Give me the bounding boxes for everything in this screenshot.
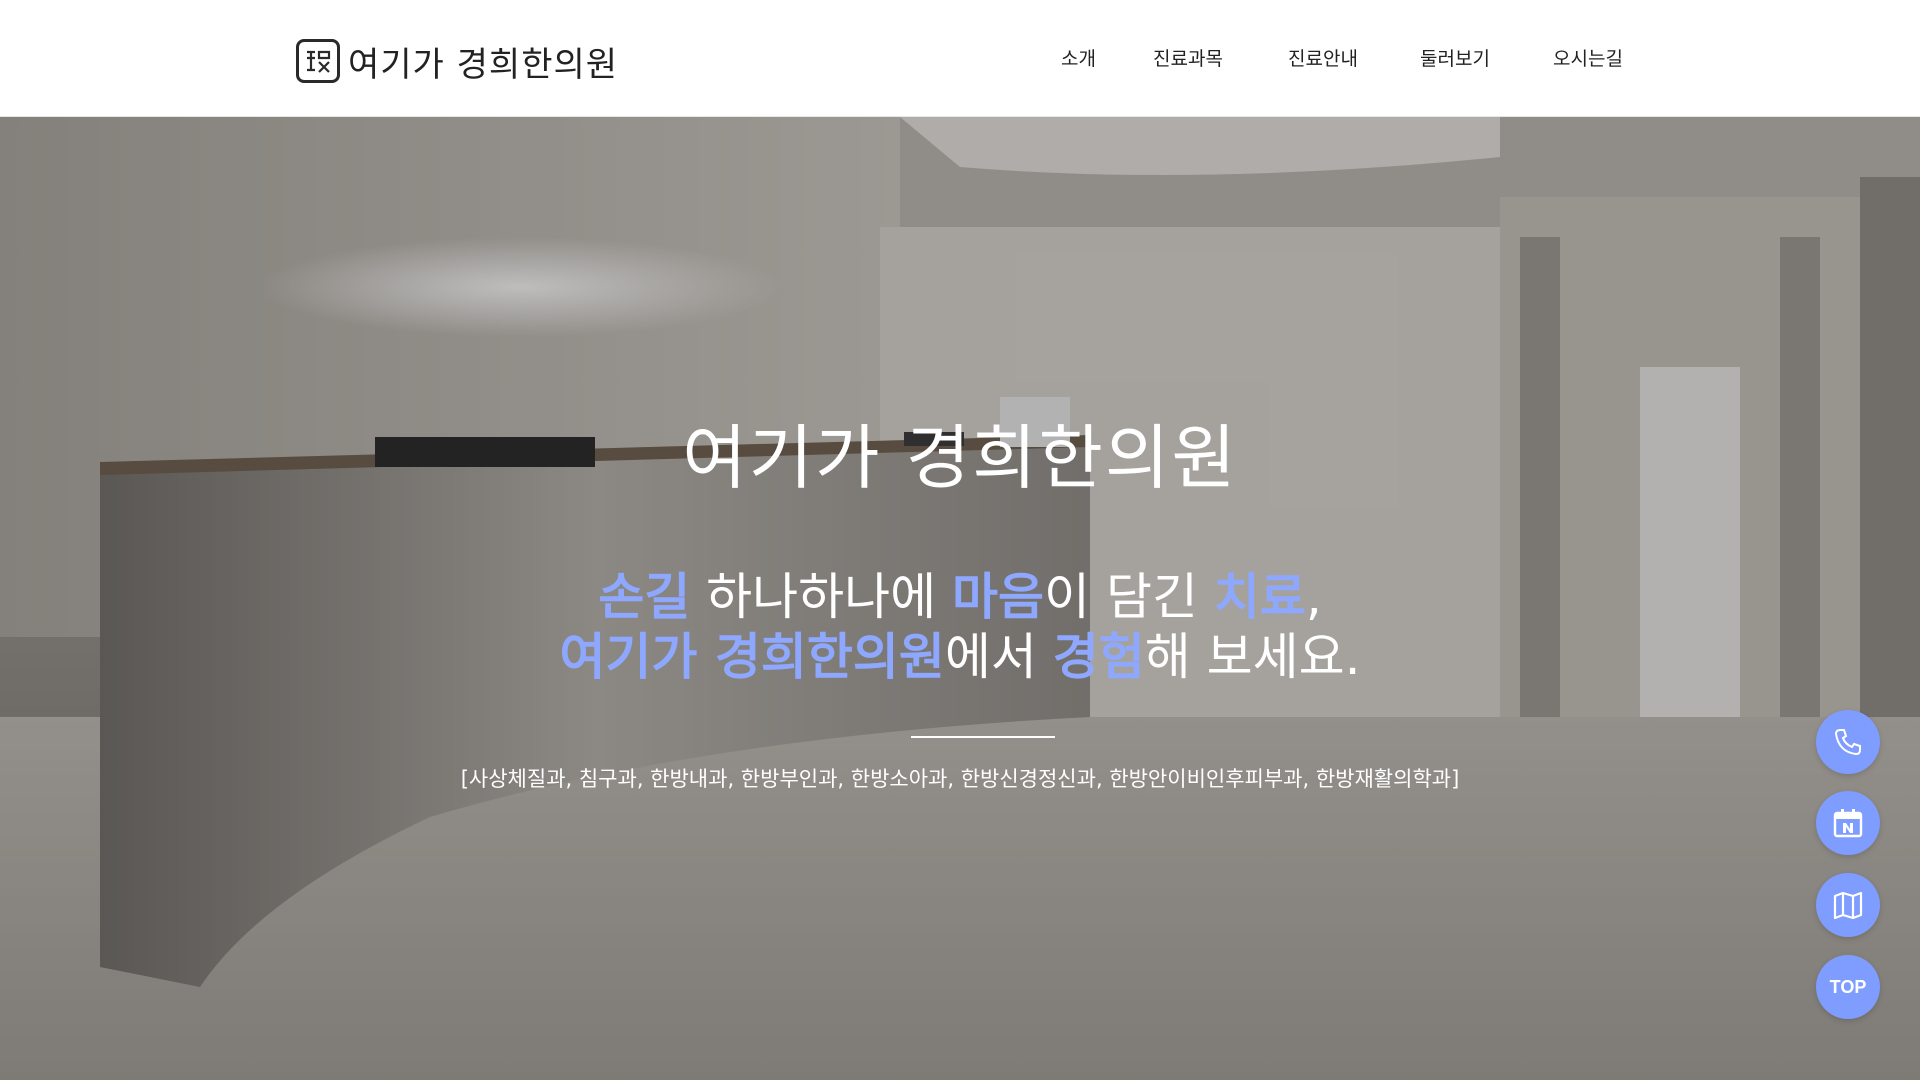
scroll-top-label: TOP [1829,976,1867,997]
nav-item-departments[interactable]: 진료과목 [1153,44,1223,71]
map-icon [1833,891,1863,920]
hero-title: 여기가 경희한의원 [682,417,1238,499]
nav-item-tour[interactable]: 둘러보기 [1420,44,1490,71]
hero-divider [911,736,1055,738]
department-list: [사상체질과, 침구과, 한방내과, 한방부인과, 한방소아과, 한방신경정신과… [460,767,1460,791]
phone-button[interactable] [1816,710,1880,774]
map-button[interactable] [1816,873,1880,937]
nav-item-directions[interactable]: 오시는길 [1553,44,1623,71]
nav-item-intro[interactable]: 소개 [1061,44,1096,71]
site-header: 여기가 경희한의원 소개 진료과목 진료안내 둘러보기 오시는길 [0,0,1920,117]
naver-booking-button[interactable] [1816,791,1880,855]
hero-tagline-line-2: 여기가 경희한의원에서 경험해 보세요. [0,617,1920,689]
phone-icon [1834,729,1861,756]
tagline-text: 해 보세요. [1144,628,1361,686]
main-nav: 소개 진료과목 진료안내 둘러보기 오시는길 [0,44,1920,74]
tagline-highlight: 여기가 경희한의원 [559,628,945,686]
tagline-highlight: 경험 [1052,628,1145,686]
tagline-text: 에서 [944,628,1053,686]
scroll-top-button[interactable]: TOP [1816,955,1880,1019]
hero-section: 여기가 경희한의원 손길 하나하나에 마음이 담긴 치료, 여기가 경희한의원에… [0,117,1920,1080]
nav-item-guide[interactable]: 진료안내 [1288,44,1358,71]
naver-calendar-icon [1833,809,1863,838]
